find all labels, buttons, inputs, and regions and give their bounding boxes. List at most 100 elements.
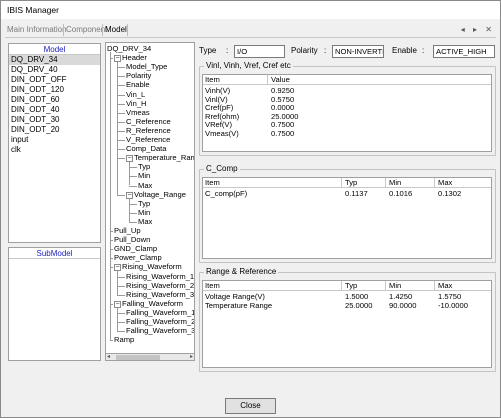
table-cell[interactable]: 25.0000 xyxy=(343,301,372,311)
scroll-left-arrow-icon[interactable]: ◂ xyxy=(107,353,110,360)
scrollbar-thumb[interactable] xyxy=(116,355,160,360)
type-colon: : xyxy=(226,46,229,55)
tree-connector xyxy=(117,306,118,332)
tab-separator xyxy=(63,24,64,36)
table-cell[interactable]: 0.1137 xyxy=(343,189,368,199)
model-list-item[interactable]: DIN_ODT_20 xyxy=(9,125,100,135)
collapse-toggle-icon[interactable]: − xyxy=(114,264,121,272)
column-header[interactable]: Item xyxy=(203,75,220,85)
range-group-title: Range & Reference xyxy=(204,267,279,276)
model-list-item[interactable]: input xyxy=(9,135,100,145)
column-divider xyxy=(341,281,342,291)
tree-node[interactable]: Ramp xyxy=(114,335,134,345)
tab-model[interactable]: Model xyxy=(105,25,127,34)
table-cell[interactable]: 0.1016 xyxy=(387,189,412,199)
tree-connector xyxy=(117,149,125,151)
tree-connector xyxy=(129,185,137,187)
model-list-item[interactable]: DIN_ODT_120 xyxy=(9,85,100,95)
tree-connector xyxy=(117,112,125,114)
column-header[interactable]: Item xyxy=(203,178,220,188)
tree-connector xyxy=(129,203,137,205)
model-list-item[interactable]: DIN_ODT_40 xyxy=(9,105,100,115)
tree-connector xyxy=(117,194,125,196)
column-header[interactable]: Item xyxy=(203,281,220,291)
tree-connector xyxy=(110,240,113,242)
tree-connector xyxy=(117,140,125,141)
tree-connector xyxy=(117,130,125,132)
tree-connector xyxy=(129,212,137,214)
column-header[interactable]: Min xyxy=(387,281,401,291)
tree-connector xyxy=(117,322,125,323)
tree-horizontal-scrollbar[interactable]: ◂ ▸ xyxy=(105,353,195,361)
model-list-items: DQ_DRV_34 DQ_DRV_40 DIN_ODT_OFF DIN_ODT_120… xyxy=(9,55,100,155)
polarity-colon: : xyxy=(324,46,327,55)
tab-underline xyxy=(5,37,496,38)
grid-header xyxy=(203,75,491,85)
tab-scroll-left-icon[interactable]: ◂ xyxy=(461,25,465,34)
model-list-item[interactable]: DIN_ODT_30 xyxy=(9,115,100,125)
column-divider xyxy=(385,281,386,291)
tree-connector xyxy=(117,158,125,160)
column-header[interactable]: Value xyxy=(269,75,290,85)
tab-close-icon[interactable]: ✕ xyxy=(485,25,492,34)
close-button[interactable]: Close xyxy=(225,398,276,414)
c-comp-grid[interactable]: Item Typ Min Max C_comp(pF) 0.1137 0.1016 0.130… xyxy=(202,177,492,259)
window-title: IBIS Manager xyxy=(7,5,59,15)
model-list-item[interactable]: clk xyxy=(9,145,100,155)
tree-connector xyxy=(117,94,125,96)
type-label: Type xyxy=(199,46,217,55)
tree-connector xyxy=(110,340,113,342)
model-list-item[interactable]: DQ_DRV_40 xyxy=(9,65,100,75)
tab-separator xyxy=(102,24,103,36)
column-header[interactable]: Typ xyxy=(343,178,357,188)
vinl-grid[interactable]: Item Value Vinh(V) 0.9250 Vinl(V) 0.5750 Cref(… xyxy=(202,74,492,152)
table-cell[interactable]: 0.1302 xyxy=(436,189,461,199)
scroll-right-arrow-icon[interactable]: ▸ xyxy=(190,353,193,360)
tree-node[interactable]: Falling_Waveform_3 xyxy=(126,326,194,336)
collapse-toggle-icon[interactable]: − xyxy=(126,191,133,199)
polarity-field[interactable]: NON-INVERTIN xyxy=(332,45,384,58)
column-header[interactable]: Min xyxy=(387,178,401,188)
tree-connector xyxy=(110,267,113,269)
model-list-item[interactable]: DIN_ODT_OFF xyxy=(9,75,100,85)
enable-field[interactable]: ACTIVE_HIGH xyxy=(433,45,495,58)
tab-main-information[interactable]: Main Information xyxy=(7,25,67,34)
table-cell[interactable]: 90.0000 xyxy=(387,301,416,311)
collapse-toggle-icon[interactable]: − xyxy=(126,155,133,163)
table-cell[interactable]: Temperature Range xyxy=(203,301,272,311)
model-list-item[interactable]: DIN_ODT_60 xyxy=(9,95,100,105)
tree-connector xyxy=(129,167,137,169)
ibis-manager-window: IBIS Manager Main Information Component … xyxy=(0,0,501,418)
table-cell[interactable]: 0.7500 xyxy=(269,129,294,139)
table-cell[interactable]: -10.0000 xyxy=(436,301,468,311)
model-list[interactable]: Model DQ_DRV_34 DQ_DRV_40 DIN_ODT_OFF DIN_O… xyxy=(8,43,101,243)
table-cell[interactable]: Vmeas(V) xyxy=(203,129,239,139)
range-grid[interactable]: Item Typ Min Max Voltage Range(V) 1.5000 1.425… xyxy=(202,280,492,368)
table-cell[interactable]: C_comp(pF) xyxy=(203,189,247,199)
tree-connector xyxy=(117,294,125,296)
title-bar: IBIS Manager xyxy=(1,1,500,19)
column-header[interactable]: Max xyxy=(436,281,452,291)
model-list-item[interactable]: DQ_DRV_34 xyxy=(9,55,100,65)
column-divider xyxy=(267,75,268,85)
polarity-label: Polarity xyxy=(291,46,318,55)
tab-scroll-right-icon[interactable]: ▸ xyxy=(473,25,477,34)
column-header[interactable]: Max xyxy=(436,178,452,188)
tab-navigation: ◂ ▸ ✕ xyxy=(455,25,492,34)
enable-colon: : xyxy=(422,46,425,55)
tree-connector xyxy=(117,85,125,87)
tree-connector xyxy=(117,76,125,78)
collapse-toggle-icon[interactable]: − xyxy=(114,300,121,308)
column-divider xyxy=(385,178,386,188)
tree-connector xyxy=(117,285,125,287)
tree-connector xyxy=(117,270,118,295)
vinl-group-title: Vinl, Vinh, Vref, Cref etc xyxy=(204,61,293,70)
tree-connector xyxy=(117,61,118,195)
submodel-list[interactable]: SubModel xyxy=(8,247,101,361)
model-tree[interactable]: DQ_DRV_34− Header Model_Type Polarity Enable… xyxy=(105,42,195,361)
enable-label: Enable xyxy=(392,46,417,55)
column-header[interactable]: Typ xyxy=(343,281,357,291)
tree-connector xyxy=(110,58,113,60)
collapse-toggle-icon[interactable]: − xyxy=(114,55,121,63)
type-field[interactable]: I/O xyxy=(234,45,285,58)
